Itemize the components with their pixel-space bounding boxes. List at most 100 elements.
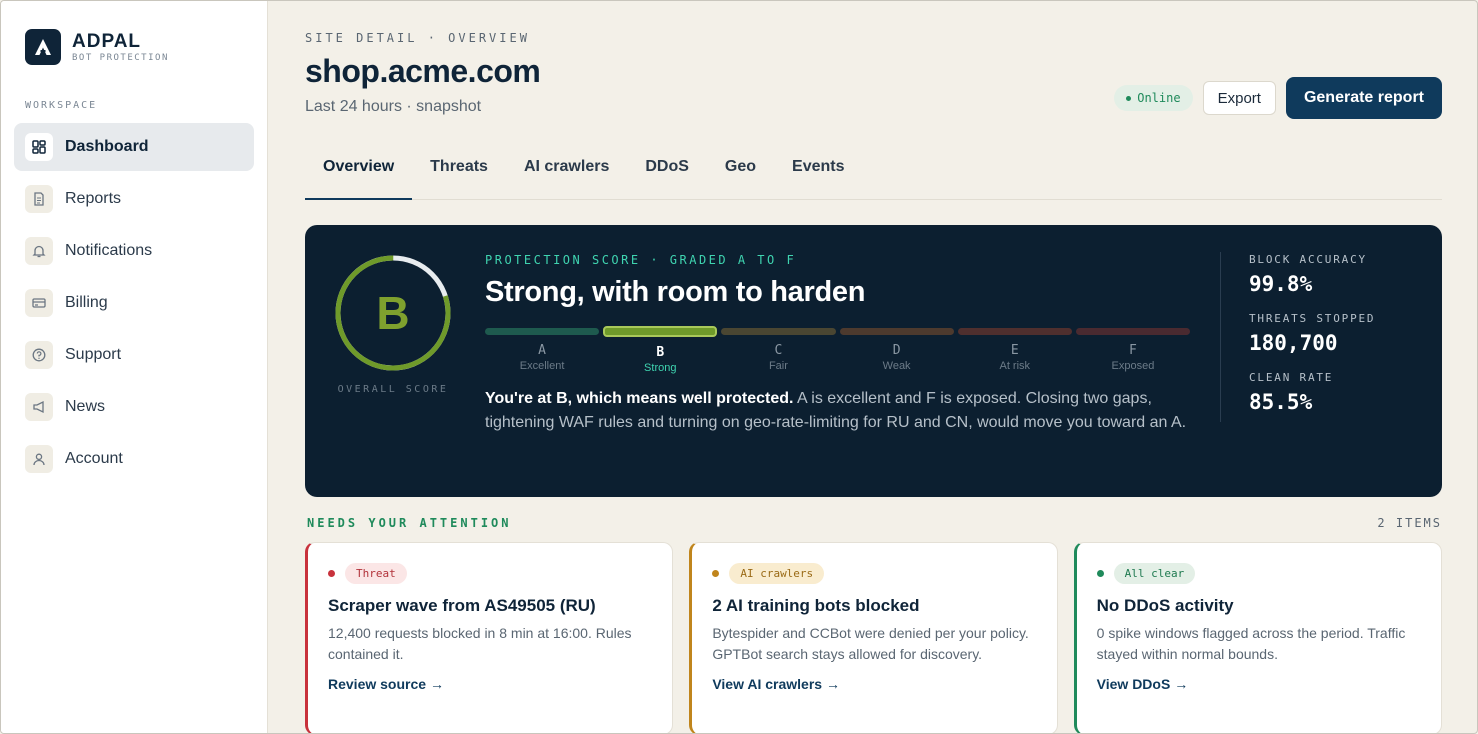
grade-bar (485, 328, 600, 335)
score-headline: Strong, with room to harden (485, 276, 866, 308)
card-tag: All clear (1113, 563, 1196, 584)
view-ai-crawlers-link[interactable]: View AI crawlers → (712, 676, 840, 692)
credit-card-icon (25, 289, 53, 317)
grade-d: D Weak (839, 328, 954, 374)
sidebar: ADPAL BOT PROTECTION WORKSPACE Dashboard… (1, 1, 268, 733)
tab-bar: Overview Threats AI crawlers DDoS Geo Ev… (305, 156, 1442, 200)
sidebar-item-account[interactable]: Account (14, 435, 254, 483)
stat-label: CLEAN RATE (1249, 371, 1334, 384)
sidebar-item-label: Billing (65, 294, 108, 311)
attention-card-ddos[interactable]: All clear No DDoS activity 0 spike windo… (1073, 542, 1442, 733)
threat-dot-icon (328, 570, 335, 577)
grade-letter: B (656, 345, 665, 360)
attention-cards: Threat Scraper wave from AS49505 (RU) 12… (305, 542, 1442, 733)
tab-geo[interactable]: Geo (707, 156, 774, 200)
app-window: ADPAL BOT PROTECTION WORKSPACE Dashboard… (0, 0, 1478, 734)
sidebar-item-label: Reports (65, 190, 122, 207)
grade-letter: E (1010, 343, 1019, 358)
card-title: No DDoS activity (1096, 596, 1234, 615)
attention-header: NEEDS YOUR ATTENTION 2 ITEMS (305, 516, 1442, 530)
score-ring: B (334, 254, 452, 372)
attention-count: 2 ITEMS (1377, 516, 1442, 530)
tab-ddos[interactable]: DDoS (627, 156, 707, 200)
sidebar-item-label: Notifications (65, 242, 153, 259)
card-tag: AI crawlers (729, 563, 825, 584)
bell-icon (25, 237, 53, 265)
sidebar-item-support[interactable]: Support (14, 331, 254, 379)
grade-scale: A Excellent B Strong C Fair D Weak E At risk F Expo… (485, 326, 1191, 374)
grade-bar (603, 326, 718, 337)
card-title: 2 AI training bots blocked (712, 596, 920, 615)
stat-block-accuracy: BLOCK ACCURACY 99.8% (1249, 253, 1375, 296)
grade-a: A Excellent (485, 328, 600, 374)
stats-divider (1220, 252, 1221, 422)
tab-ai-crawlers[interactable]: AI crawlers (506, 156, 627, 200)
card-tag: Threat (345, 563, 407, 584)
grade-bar (1075, 328, 1191, 335)
tab-overview[interactable]: Overview (305, 156, 413, 200)
grade-bar (957, 328, 1072, 335)
score-eyebrow: PROTECTION SCORE · GRADED A TO F (485, 253, 797, 267)
grade-b: B Strong (603, 326, 718, 374)
sidebar-item-label: News (65, 398, 106, 415)
card-text: 12,400 requests blocked in 8 min at 16:0… (328, 625, 632, 662)
tab-events[interactable]: Events (774, 156, 862, 200)
brand-logo-icon (25, 29, 61, 65)
grade-name: Excellent (519, 360, 565, 372)
status-text: Online (1137, 91, 1181, 105)
sidebar-item-label: Dashboard (65, 138, 149, 155)
brand[interactable]: ADPAL BOT PROTECTION (14, 29, 254, 65)
brand-tagline: BOT PROTECTION (72, 52, 169, 63)
card-title: Scraper wave from AS49505 (RU) (328, 596, 596, 615)
user-icon (25, 445, 53, 473)
grade-f: F Exposed (1075, 328, 1191, 374)
sidebar-item-notifications[interactable]: Notifications (14, 227, 254, 275)
stats-panel: BLOCK ACCURACY 99.8% THREATS STOPPED 180… (1249, 253, 1375, 430)
export-button[interactable]: Export (1202, 81, 1276, 115)
warning-dot-icon (712, 570, 720, 577)
sidebar-item-label: Support (65, 346, 122, 363)
document-icon (25, 185, 53, 213)
grade-letter: C (774, 343, 783, 358)
card-text: Bytespider and CCBot were denied per you… (712, 625, 1029, 662)
grade-bar (839, 328, 954, 335)
header-actions: Online Export Generate report (1114, 77, 1442, 119)
status-dot-icon (1126, 96, 1132, 101)
stat-value: 99.8% (1249, 272, 1313, 296)
grade-bar (721, 328, 836, 335)
ok-dot-icon (1096, 570, 1104, 577)
breadcrumb: SITE DETAIL · OVERVIEW (305, 31, 530, 45)
stat-value: 85.5% (1249, 390, 1313, 414)
grade-name: Weak (882, 360, 911, 372)
sidebar-item-news[interactable]: News (14, 383, 254, 431)
main-content: SITE DETAIL · OVERVIEW shop.acme.com Las… (268, 1, 1477, 733)
grade-name: At risk (999, 360, 1031, 372)
dashboard-icon (25, 133, 53, 161)
protection-score-card: B OVERALL SCORE PROTECTION SCORE · GRADE… (305, 225, 1442, 497)
grade-e: E At risk (957, 328, 1072, 374)
overall-score-label: OVERALL SCORE (337, 384, 449, 395)
sidebar-item-billing[interactable]: Billing (14, 279, 254, 327)
score-description-bold: You're at B, which means well protected. (485, 390, 794, 407)
grade-name: Fair (768, 360, 788, 372)
attention-card-ai-crawlers[interactable]: AI crawlers 2 AI training bots blocked B… (689, 542, 1058, 733)
sidebar-item-reports[interactable]: Reports (14, 175, 254, 223)
stat-label: BLOCK ACCURACY (1249, 253, 1367, 266)
sidebar-item-dashboard[interactable]: Dashboard (14, 123, 254, 171)
attention-card-threat[interactable]: Threat Scraper wave from AS49505 (RU) 12… (305, 542, 674, 733)
stat-clean-rate: CLEAN RATE 85.5% (1249, 371, 1375, 414)
card-text: 0 spike windows flagged across the perio… (1096, 625, 1406, 662)
score-grade: B (376, 287, 410, 339)
stat-threats-stopped: THREATS STOPPED 180,700 (1249, 312, 1375, 355)
stat-label: THREATS STOPPED (1249, 312, 1376, 325)
tab-threats[interactable]: Threats (412, 156, 506, 200)
review-source-link[interactable]: Review source → (328, 676, 444, 692)
status-badge: Online (1114, 85, 1193, 111)
score-body: PROTECTION SCORE · GRADED A TO F Strong,… (485, 253, 1191, 435)
stat-value: 180,700 (1249, 331, 1338, 355)
view-ddos-link[interactable]: View DDoS → (1097, 676, 1189, 692)
help-icon (25, 341, 53, 369)
megaphone-icon (25, 393, 53, 421)
generate-report-button[interactable]: Generate report (1285, 77, 1442, 119)
grade-name: Exposed (1111, 360, 1155, 372)
